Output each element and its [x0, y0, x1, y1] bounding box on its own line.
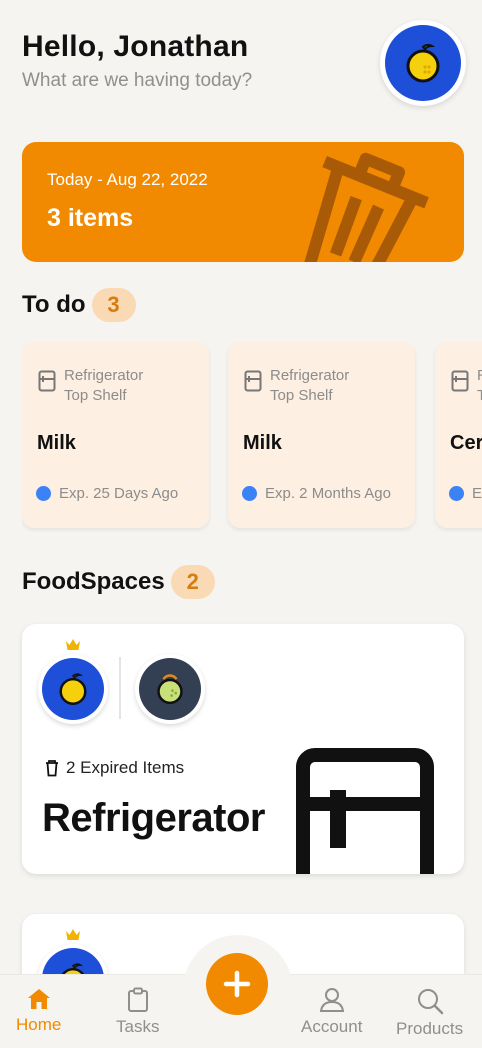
foodspace-name: Refrigerator: [42, 796, 265, 840]
tab-products[interactable]: Products: [396, 987, 463, 1039]
owner-avatar[interactable]: [38, 654, 108, 724]
user-avatar[interactable]: [380, 20, 466, 106]
todo-card[interactable]: Refrigerator Top Shelf Milk Exp. 2 Month…: [228, 342, 415, 528]
lemon-icon: [59, 673, 87, 705]
header: Hello, Jonathan What are we having today…: [22, 20, 466, 110]
expired-items: 2 Expired Items: [44, 758, 184, 778]
expiry-dot: [449, 486, 464, 501]
todo-location-name: Refrigerator: [64, 367, 144, 384]
todo-location-shelf: T: [477, 387, 482, 404]
todo-location-shelf: Top Shelf: [64, 387, 127, 404]
tab-home-label: Home: [16, 1015, 62, 1034]
tab-home[interactable]: Home: [16, 987, 61, 1035]
todo-location-name: R: [477, 366, 482, 386]
tab-account[interactable]: Account: [301, 987, 362, 1037]
home-icon: [27, 989, 50, 1009]
lime-icon: [157, 674, 183, 705]
fridge-icon: [244, 370, 262, 392]
foodspaces-count-badge: 2: [170, 565, 215, 599]
trash-icon: [46, 760, 58, 777]
banner-date: Today - Aug 22, 2022: [47, 170, 208, 189]
plus-icon: [223, 970, 251, 998]
bottom-tab-bar: Home Tasks Account Products: [0, 935, 482, 1048]
search-icon: [417, 989, 443, 1015]
crown-icon: [66, 929, 80, 940]
user-icon: [319, 988, 344, 1012]
clipboard-icon: [127, 987, 148, 1012]
todo-section-title: To do 3: [22, 288, 136, 322]
todo-expiry-text: Exp. 25 Days Ago: [59, 485, 179, 502]
tab-tasks[interactable]: Tasks: [116, 987, 159, 1037]
avatar-divider: [119, 657, 121, 719]
todo-item-name: Milk: [243, 432, 282, 454]
tab-account-label: Account: [301, 1017, 363, 1036]
add-button[interactable]: [206, 953, 268, 1015]
todo-location: Refrigerator Top Shelf: [244, 366, 349, 406]
tab-products-label: Products: [396, 1019, 464, 1038]
fridge-icon: [296, 748, 434, 874]
trash-icon: [303, 152, 429, 262]
foodspaces-section-title: FoodSpaces 2: [22, 565, 215, 599]
foodspace-card[interactable]: 2 Expired Items Refrigerator: [22, 624, 464, 874]
banner-count: 3 items: [47, 204, 134, 232]
todo-card[interactable]: R T Cer Ex: [435, 342, 482, 528]
crown-icon: [66, 639, 80, 650]
todo-location: R T: [451, 366, 482, 406]
member-avatar[interactable]: [135, 654, 205, 724]
todo-location-name: Refrigerator: [270, 367, 350, 384]
todo-expiry: Exp. 25 Days Ago: [36, 485, 178, 502]
tab-tasks-label: Tasks: [116, 1017, 160, 1036]
todo-expiry-text: Ex: [472, 485, 482, 502]
foodspaces-title: FoodSpaces: [22, 568, 165, 595]
expired-items-text: 2 Expired Items: [66, 758, 185, 777]
fridge-icon: [451, 370, 469, 392]
todo-expiry: Ex: [449, 485, 482, 502]
todo-list: Refrigerator Top Shelf Milk Exp. 25 Days…: [22, 342, 482, 532]
todo-location: Refrigerator Top Shelf: [38, 366, 143, 406]
todo-item-name: Milk: [37, 432, 76, 454]
fridge-icon: [38, 370, 56, 392]
todo-count-badge: 3: [91, 288, 136, 322]
todo-expiry-text: Exp. 2 Months Ago: [265, 485, 391, 502]
expiry-dot: [242, 486, 257, 501]
lemon-icon: [406, 43, 440, 83]
todo-card[interactable]: Refrigerator Top Shelf Milk Exp. 25 Days…: [22, 342, 209, 528]
expiry-dot: [36, 486, 51, 501]
todo-location-shelf: Top Shelf: [270, 387, 333, 404]
todo-expiry: Exp. 2 Months Ago: [242, 485, 391, 502]
today-banner[interactable]: Today - Aug 22, 2022 3 items: [22, 142, 464, 262]
todo-title: To do: [22, 291, 86, 318]
todo-item-name: Cer: [450, 432, 482, 454]
